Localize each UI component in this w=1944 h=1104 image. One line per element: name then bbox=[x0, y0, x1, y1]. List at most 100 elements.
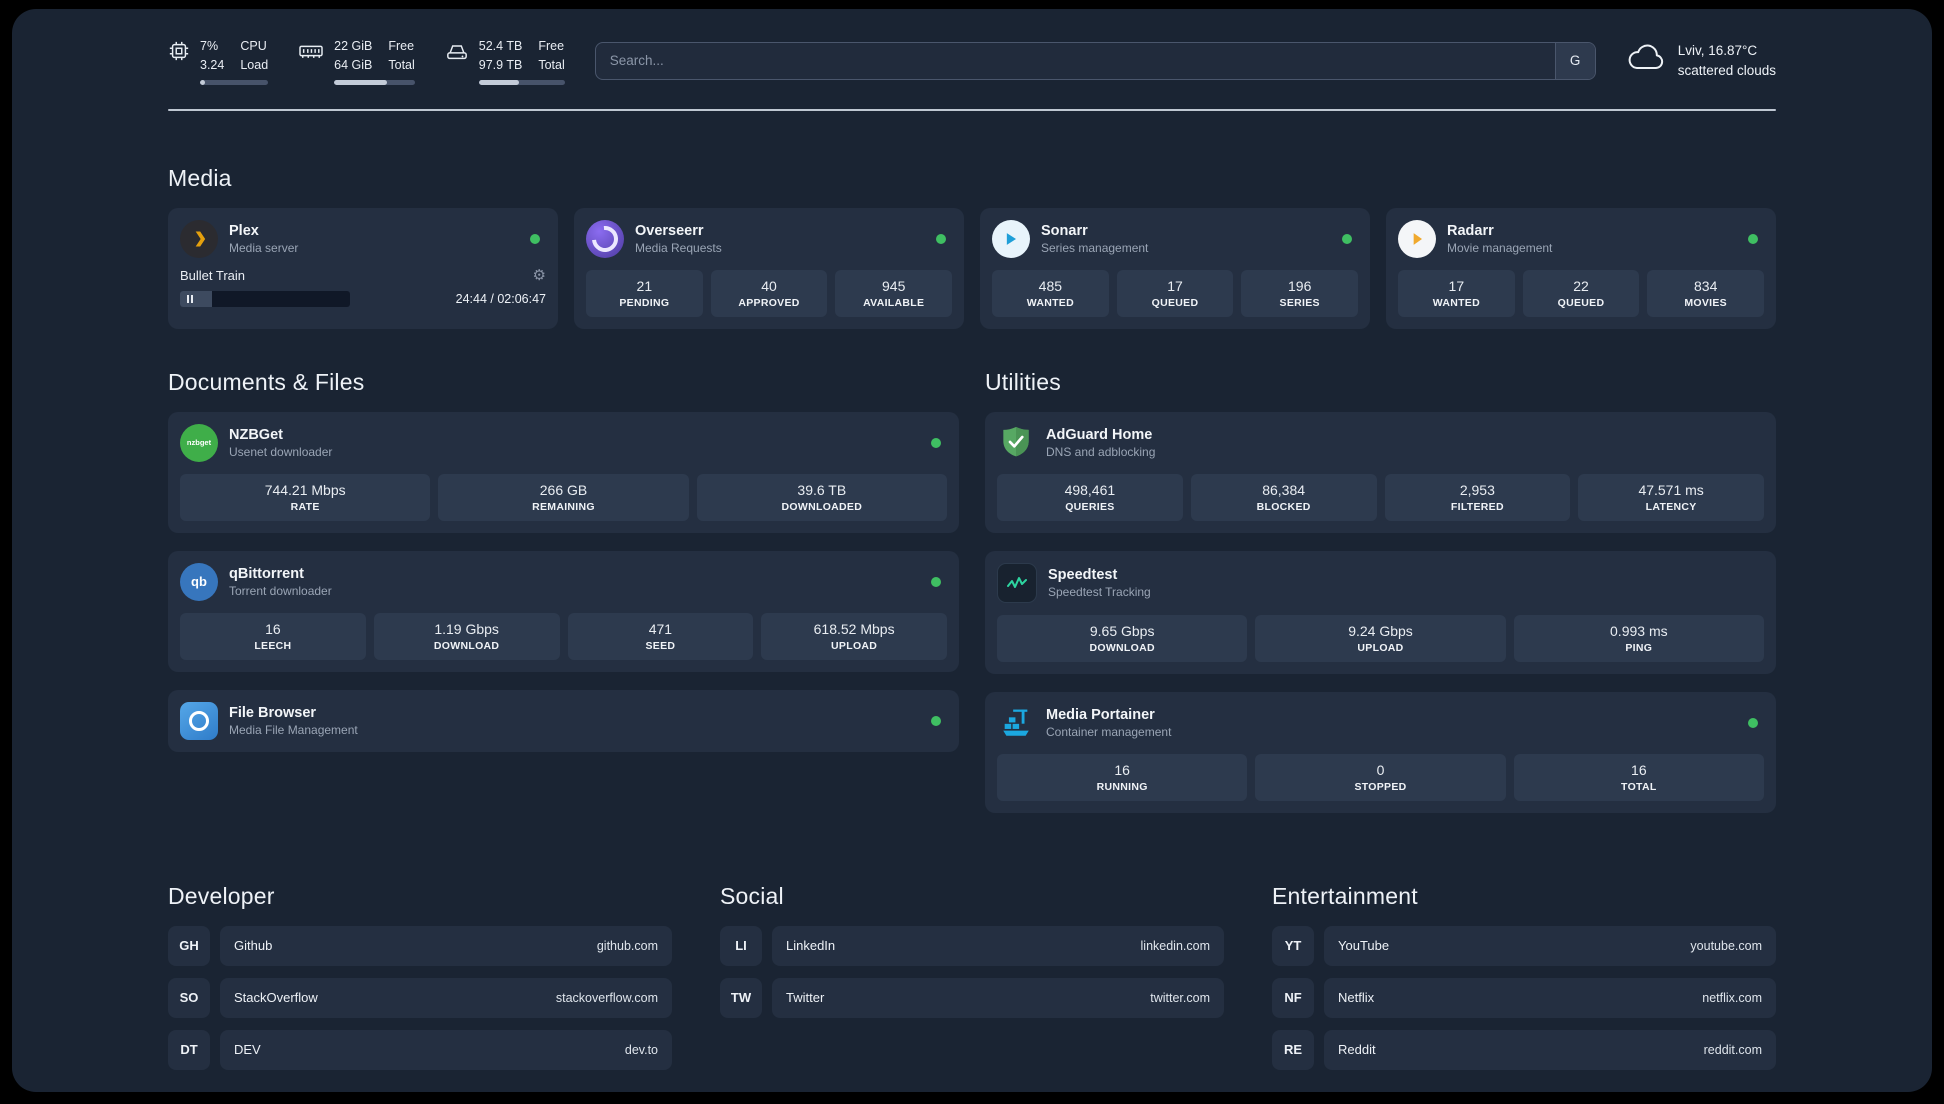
app-card-plex[interactable]: Plex Media server Bullet Train ⚙ 24:44 /… bbox=[168, 207, 558, 329]
stat-label: WANTED bbox=[1026, 296, 1074, 309]
stat-tile: 9.24 Gbps UPLOAD bbox=[1255, 614, 1506, 662]
app-subtitle: Torrent downloader bbox=[229, 583, 332, 598]
app-name: NZBGet bbox=[229, 426, 283, 443]
search-provider-button[interactable]: G bbox=[1554, 42, 1595, 79]
app-card-nzbget[interactable]: nzbget NZBGet Usenet downloader 744.21 M… bbox=[168, 411, 959, 533]
stat-label: REMAINING bbox=[532, 500, 595, 513]
stat-value: 9.65 Gbps bbox=[1089, 622, 1155, 639]
bookmark-abbr[interactable]: NF bbox=[1272, 977, 1314, 1018]
app-card-radarr[interactable]: Radarr Movie management 17 WANTED 22 QUE… bbox=[1386, 207, 1776, 329]
header-divider bbox=[168, 108, 1776, 111]
app-card-overseerr[interactable]: Overseerr Media Requests 21 PENDING 40 A… bbox=[574, 207, 964, 329]
stat-value: 2,953 bbox=[1459, 481, 1495, 498]
bookmark-link[interactable]: Twitter twitter.com bbox=[772, 977, 1224, 1018]
overseerr-icon bbox=[586, 219, 624, 258]
bookmark-name: Netflix bbox=[1338, 990, 1375, 1005]
stat-value: 40 bbox=[761, 277, 777, 294]
memory-total-value: 64 GiB bbox=[334, 57, 373, 72]
bookmark-abbr[interactable]: SO bbox=[168, 977, 210, 1018]
app-subtitle: Series management bbox=[1041, 240, 1149, 255]
section-utilities: Utilities AdGuard Home DNS and adblockin… bbox=[985, 369, 1776, 813]
app-name: File Browser bbox=[229, 704, 317, 721]
bookmark-link[interactable]: StackOverflow stackoverflow.com bbox=[220, 977, 672, 1018]
bookmark-abbr[interactable]: YT bbox=[1272, 925, 1314, 966]
bookmark-link[interactable]: DEV dev.to bbox=[220, 1029, 672, 1070]
bookmark-link[interactable]: Reddit reddit.com bbox=[1324, 1029, 1776, 1070]
section-media: Media Plex Media server Bullet Train ⚙ 2… bbox=[168, 165, 1776, 329]
stat-label: QUEUED bbox=[1557, 296, 1605, 309]
settings-gear-icon[interactable]: ⚙ bbox=[533, 268, 546, 283]
bookmark-abbr[interactable]: LI bbox=[720, 925, 762, 966]
bookmark-link[interactable]: Netflix netflix.com bbox=[1324, 977, 1776, 1018]
app-name: qBittorrent bbox=[229, 565, 304, 582]
stat-value: 17 bbox=[1448, 277, 1465, 294]
stat-tile: 945 AVAILABLE bbox=[835, 269, 953, 317]
bookmark-abbr[interactable]: DT bbox=[168, 1029, 210, 1070]
plex-icon bbox=[180, 219, 218, 258]
stat-tile: 86,384 BLOCKED bbox=[1190, 473, 1377, 521]
filebrowser-icon bbox=[180, 701, 218, 740]
section-title-documents: Documents & Files bbox=[168, 368, 365, 395]
bookmark-row: LI LinkedIn linkedin.com bbox=[720, 925, 1224, 966]
app-card-speedtest[interactable]: Speedtest Speedtest Tracking 9.65 Gbps D… bbox=[985, 550, 1776, 674]
app-card-qbittorrent[interactable]: qb qBittorrent Torrent downloader 16 LEE… bbox=[168, 550, 959, 672]
stat-value: 266 GB bbox=[539, 481, 588, 498]
app-card-filebrowser[interactable]: File Browser Media File Management bbox=[168, 689, 959, 752]
stat-label: UPLOAD bbox=[831, 639, 878, 652]
app-card-portainer[interactable]: Media Portainer Container management 16 … bbox=[985, 691, 1776, 813]
app-subtitle: Media File Management bbox=[229, 722, 358, 737]
app-card-sonarr[interactable]: Sonarr Series management 485 WANTED 17 Q… bbox=[980, 207, 1370, 329]
bookmark-abbr[interactable]: GH bbox=[168, 925, 210, 966]
search-input[interactable] bbox=[595, 42, 1555, 79]
bookmark-row: SO StackOverflow stackoverflow.com bbox=[168, 977, 672, 1018]
bookmark-row: GH Github github.com bbox=[168, 925, 672, 966]
bookmark-name: Github bbox=[234, 938, 273, 953]
stat-value: 618.52 Mbps bbox=[813, 620, 895, 637]
bookmark-abbr[interactable]: TW bbox=[720, 977, 762, 1018]
playback-progress-bar[interactable] bbox=[180, 290, 350, 307]
bookmark-abbr[interactable]: RE bbox=[1272, 1029, 1314, 1070]
bookmark-link[interactable]: Github github.com bbox=[220, 925, 672, 966]
section-entertainment: Entertainment YT YouTube youtube.com NF … bbox=[1272, 883, 1776, 1070]
stat-tile: 0 STOPPED bbox=[1255, 753, 1506, 801]
pause-button[interactable] bbox=[180, 294, 193, 303]
stat-label: WANTED bbox=[1432, 296, 1480, 309]
dashboard: 7% 3.24 CPU Load 22 GiB 64 GiB Free Tota… bbox=[12, 9, 1932, 1092]
disk-usage-fill bbox=[478, 79, 520, 85]
stat-tile: 471 SEED bbox=[567, 612, 754, 660]
stat-tile: 22 QUEUED bbox=[1522, 269, 1640, 317]
app-subtitle: Container management bbox=[1046, 724, 1172, 739]
bookmark-name: Twitter bbox=[786, 990, 825, 1005]
app-card-adguard[interactable]: AdGuard Home DNS and adblocking 498,461 … bbox=[985, 411, 1776, 533]
ram-icon bbox=[298, 40, 324, 67]
stat-label: PING bbox=[1625, 641, 1653, 654]
bookmark-link[interactable]: YouTube youtube.com bbox=[1324, 925, 1776, 966]
stat-tile: 498,461 QUERIES bbox=[997, 473, 1183, 521]
stat-label: RATE bbox=[290, 500, 320, 513]
section-title-utilities: Utilities bbox=[985, 368, 1061, 395]
app-name: Overseerr bbox=[635, 222, 704, 239]
now-playing-title: Bullet Train bbox=[180, 267, 246, 283]
cpu-widget: 7% 3.24 CPU Load bbox=[168, 37, 269, 85]
section-title-developer: Developer bbox=[168, 882, 275, 909]
stat-label: QUEUED bbox=[1151, 296, 1199, 309]
status-dot bbox=[931, 715, 941, 726]
bookmark-url: youtube.com bbox=[1690, 938, 1762, 953]
stat-label: RUNNING bbox=[1096, 780, 1148, 793]
bookmark-url: stackoverflow.com bbox=[555, 990, 658, 1005]
stat-value: 0 bbox=[1376, 761, 1385, 778]
stat-value: 16 bbox=[265, 620, 281, 637]
bookmark-link[interactable]: LinkedIn linkedin.com bbox=[772, 925, 1224, 966]
stat-label: DOWNLOAD bbox=[1089, 641, 1155, 654]
stat-tile: 16 TOTAL bbox=[1513, 753, 1764, 801]
memory-usage-fill bbox=[334, 79, 388, 85]
bookmark-name: YouTube bbox=[1338, 938, 1390, 953]
stat-value: 47.571 ms bbox=[1638, 481, 1704, 498]
app-name: AdGuard Home bbox=[1046, 426, 1153, 443]
cpu-percent: 7% bbox=[200, 39, 219, 53]
memory-free-value: 22 GiB bbox=[334, 39, 373, 53]
bookmark-url: reddit.com bbox=[1703, 1042, 1762, 1057]
stat-label: SERIES bbox=[1279, 296, 1320, 309]
memory-usage-bar bbox=[334, 79, 415, 85]
app-name: Sonarr bbox=[1041, 222, 1088, 239]
